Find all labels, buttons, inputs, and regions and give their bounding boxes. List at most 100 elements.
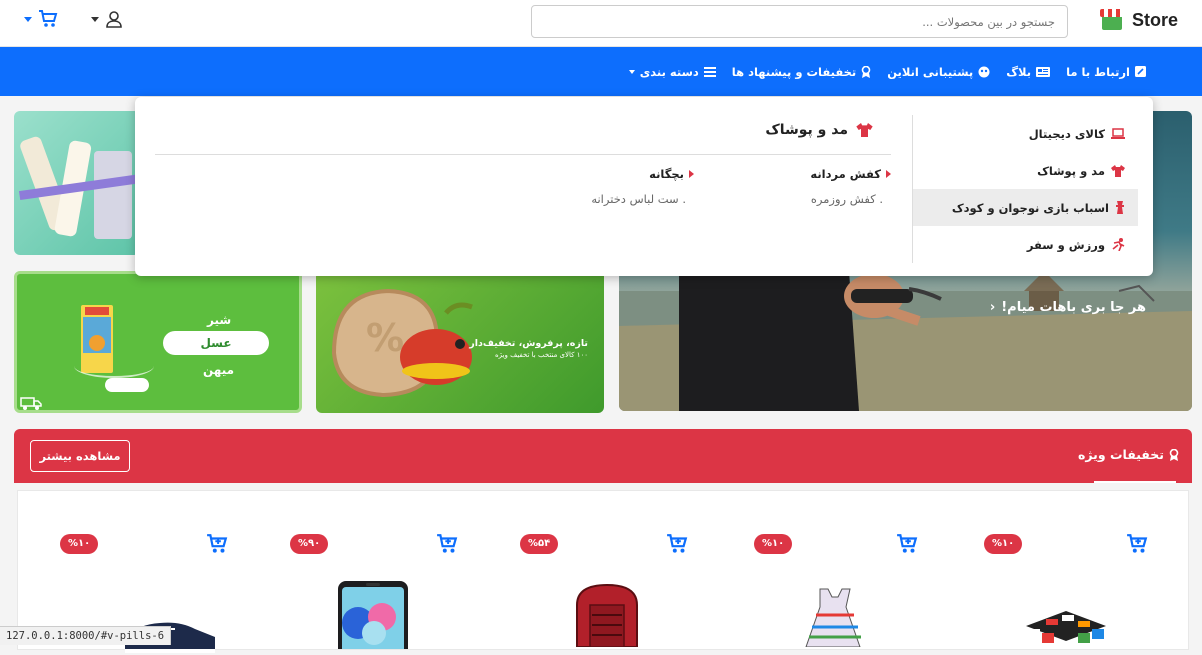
top-header: Store — [0, 0, 1202, 47]
dropdown-divider — [912, 115, 913, 263]
cart-menu[interactable] — [24, 10, 58, 28]
dairy-pill — [105, 378, 149, 392]
main-navbar: دسته بندی تخفیفات و پیشنهاد ها پشتیبانی … — [0, 47, 1202, 96]
add-to-cart-icon[interactable] — [1126, 534, 1148, 554]
award-icon — [1169, 448, 1179, 461]
banner-dairy[interactable]: شیر عسل میهن — [14, 271, 302, 413]
product-carousel: %۱۰ %۱۰ %۵۴ %۹۰ %۱۰ — [17, 490, 1190, 653]
discount-badge: %۱۰ — [754, 534, 793, 554]
running-icon — [1112, 238, 1125, 251]
food-caption-title: تازه، پرفروش، تخفیف‌دار — [469, 338, 588, 349]
shirt-icon — [856, 123, 873, 137]
discount-badge: %۱۰ — [60, 534, 99, 554]
product-card[interactable]: %۵۴ — [500, 491, 730, 651]
nav-blog[interactable]: بلاگ — [1006, 64, 1051, 79]
subcategory-column-men-shoes: کفش مردانه . کفش روزمره — [810, 167, 891, 206]
subcategory-heading[interactable]: بچگانه — [591, 167, 694, 181]
phone-image — [338, 581, 408, 649]
nav-label: دسته بندی — [639, 64, 699, 79]
store-icon — [1099, 9, 1124, 31]
dropdown-separator — [155, 154, 891, 155]
category-label: اسباب بازی نوجوان و کودک — [951, 200, 1109, 215]
subcategory-heading-text: بچگانه — [649, 167, 684, 181]
girl-dress-image — [805, 588, 861, 647]
category-label: ورزش و سفر — [1026, 237, 1105, 252]
chevron-left-icon: ‹ — [989, 300, 996, 315]
subcategory-column-kids: بچگانه . ست لباس دخترانه — [591, 167, 694, 206]
food-caption-sub: ۱۰۰ کالای منتخب با تخفیف ویژه — [494, 351, 588, 359]
category-item-fashion[interactable]: مد و پوشاک — [913, 152, 1138, 189]
nav-label: بلاگ — [1006, 64, 1032, 79]
shirt-icon — [1111, 164, 1125, 177]
discount-badge: %۵۴ — [520, 534, 559, 554]
product-card[interactable]: %۱۰ — [730, 491, 960, 651]
subcategory-heading-text: کفش مردانه — [810, 167, 881, 181]
special-offers-title: تخفیفات ویژه — [1078, 447, 1179, 462]
laptop-icon — [1111, 128, 1125, 139]
food-caption: تازه، پرفروش، تخفیف‌دار ۱۰۰ کالای منتخب … — [455, 338, 588, 359]
chevron-down-icon — [24, 16, 32, 22]
dropdown-title: مد و پوشاک — [765, 122, 873, 138]
nav-offers[interactable]: تخفیفات و پیشنهاد ها — [732, 65, 871, 79]
chevron-down-icon — [628, 69, 635, 74]
headset-icon — [978, 66, 990, 77]
title-underline — [1094, 481, 1176, 483]
cart-icon — [39, 10, 58, 27]
category-item-toys[interactable]: اسباب بازی نوجوان و کودک — [913, 189, 1138, 226]
product-card[interactable]: %۱۰ — [960, 491, 1190, 651]
dairy-word-1: شیر — [207, 313, 232, 327]
category-item-digital[interactable]: کالای دیجیتال — [913, 115, 1138, 152]
sport-caption: هر جا بری باهات میام! ‹ — [990, 300, 1146, 315]
sport-caption-text: هر جا بری باهات میام! — [1001, 300, 1146, 315]
special-offers-bar: مشاهده بیشتر تخفیفات ویژه — [14, 429, 1192, 483]
backpack-image — [576, 583, 638, 647]
nav-label: ارتباط با ما — [1066, 64, 1130, 79]
subcategory-heading[interactable]: کفش مردانه — [810, 167, 891, 181]
nav-label: تخفیفات و پیشنهاد ها — [731, 64, 857, 79]
browser-status-url: 127.0.0.1:8000/#v-pills-6 — [0, 626, 172, 645]
category-label: کالای دیجیتال — [1028, 126, 1105, 141]
nav-contact[interactable]: ارتباط با ما — [1066, 65, 1146, 79]
discount-badge: %۱۰ — [984, 534, 1023, 554]
brand-name: Store — [1131, 9, 1178, 30]
newspaper-icon — [1036, 66, 1051, 77]
user-menu[interactable] — [91, 10, 123, 28]
banner-clothes[interactable] — [14, 111, 140, 255]
caret-right-icon — [689, 170, 694, 178]
dairy-word-3: میهن — [203, 363, 235, 377]
brand[interactable]: Store — [1099, 9, 1178, 31]
categories-dropdown: کالای دیجیتال مد و پوشاک اسباب بازی نوجو… — [135, 97, 1153, 276]
rubik-cube-image — [1026, 611, 1106, 643]
add-to-cart-icon[interactable] — [666, 534, 688, 554]
user-icon — [106, 11, 122, 28]
discount-badge: %۹۰ — [290, 534, 329, 554]
bars-icon — [703, 66, 716, 77]
add-to-cart-icon[interactable] — [206, 534, 228, 554]
add-to-cart-icon[interactable] — [436, 534, 458, 554]
banner-food[interactable]: % تازه، پرفروش، تخفیف‌دار ۱۰۰ کالای منتخ… — [316, 271, 604, 413]
caret-right-icon — [886, 170, 891, 178]
category-list: کالای دیجیتال مد و پوشاک اسباب بازی نوجو… — [913, 115, 1138, 263]
svg-text:%: % — [366, 316, 404, 360]
nav-support[interactable]: پشتیبانی انلاین — [887, 65, 990, 79]
toy-icon — [1116, 201, 1124, 214]
category-item-sport[interactable]: ورزش و سفر — [913, 226, 1138, 263]
subcategory-link[interactable]: . ست لباس دخترانه — [591, 192, 694, 206]
dropdown-title-text: مد و پوشاک — [765, 122, 848, 138]
dairy-word-2: عسل — [163, 331, 269, 355]
arrow-left-circle-icon — [455, 338, 466, 349]
view-more-button[interactable]: مشاهده بیشتر — [30, 440, 130, 472]
delivery-icon — [20, 397, 42, 410]
search-input[interactable] — [531, 5, 1068, 38]
product-card[interactable]: %۹۰ — [270, 491, 500, 651]
clothes-image — [19, 136, 140, 239]
category-label: مد و پوشاک — [1037, 163, 1105, 178]
subcategory-link[interactable]: . کفش روزمره — [810, 192, 891, 206]
add-to-cart-icon[interactable] — [896, 534, 918, 554]
nav-categories[interactable]: دسته بندی — [628, 64, 716, 79]
chevron-down-icon — [91, 16, 99, 22]
special-offers-title-text: تخفیفات ویژه — [1077, 447, 1164, 462]
dairy-arc — [74, 354, 154, 378]
contact-icon — [1135, 66, 1146, 77]
nav-label: پشتیبانی انلاین — [887, 64, 974, 79]
